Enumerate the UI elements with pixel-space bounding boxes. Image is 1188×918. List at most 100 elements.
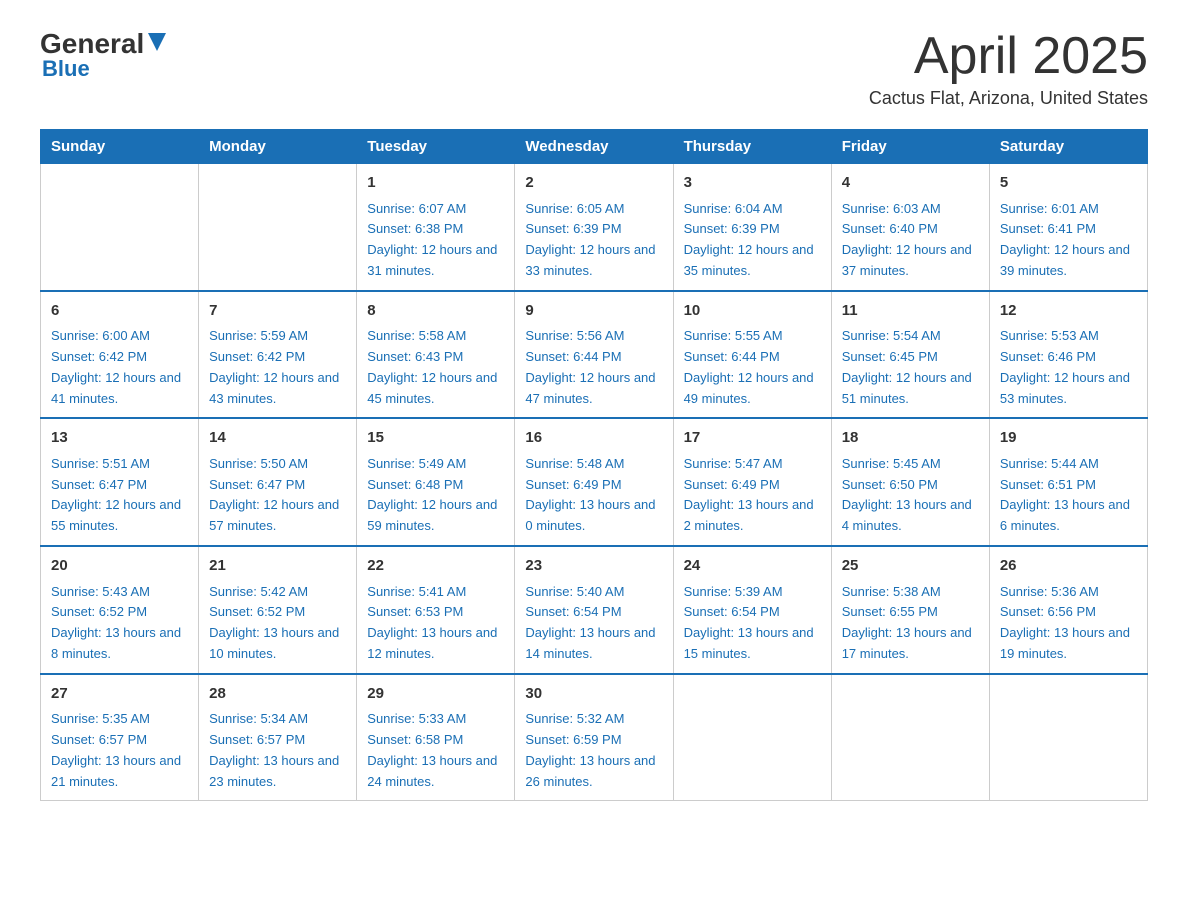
col-saturday: Saturday: [989, 130, 1147, 164]
day-number: 22: [367, 555, 504, 578]
month-title: April 2025: [869, 30, 1148, 82]
day-number: 20: [51, 555, 188, 578]
day-number: 17: [684, 427, 821, 450]
cell-w1-d2: [199, 164, 357, 291]
col-tuesday: Tuesday: [357, 130, 515, 164]
day-number: 25: [842, 555, 979, 578]
day-number: 2: [525, 172, 662, 195]
day-info: Sunrise: 5:47 AMSunset: 6:49 PMDaylight:…: [684, 454, 821, 537]
day-info: Sunrise: 5:58 AMSunset: 6:43 PMDaylight:…: [367, 326, 504, 409]
cell-w4-d2: 21Sunrise: 5:42 AMSunset: 6:52 PMDayligh…: [199, 546, 357, 674]
day-info: Sunrise: 5:34 AMSunset: 6:57 PMDaylight:…: [209, 709, 346, 792]
cell-w5-d4: 30 Sunrise: 5:32 AMSunset: 6:59 PMDayligh…: [515, 674, 673, 801]
day-info: Sunrise: 6:03 AMSunset: 6:40 PMDaylight:…: [842, 199, 979, 282]
day-info: Sunrise: 5:39 AMSunset: 6:54 PMDaylight:…: [684, 582, 821, 665]
cell-w3-d3: 15 Sunrise: 5:49 AMSunset: 6:48 PMDayligh…: [357, 418, 515, 546]
cell-w5-d2: 28 Sunrise: 5:34 AMSunset: 6:57 PMDayligh…: [199, 674, 357, 801]
day-number: 6: [51, 300, 188, 323]
day-number: 28: [209, 683, 346, 706]
day-number: 4: [842, 172, 979, 195]
day-number: 16: [525, 427, 662, 450]
day-number: 27: [51, 683, 188, 706]
cell-w5-d5: [673, 674, 831, 801]
cell-w3-d5: 17 Sunrise: 5:47 AMSunset: 6:49 PMDayligh…: [673, 418, 831, 546]
day-number: 12: [1000, 300, 1137, 323]
day-number: 23: [525, 555, 662, 578]
day-number: 7: [209, 300, 346, 323]
cell-w5-d3: 29 Sunrise: 5:33 AMSunset: 6:58 PMDayligh…: [357, 674, 515, 801]
col-wednesday: Wednesday: [515, 130, 673, 164]
day-info: Sunrise: 6:04 AMSunset: 6:39 PMDaylight:…: [684, 199, 821, 282]
location: Cactus Flat, Arizona, United States: [869, 88, 1148, 109]
day-info: Sunrise: 6:07 AMSunset: 6:38 PMDaylight:…: [367, 199, 504, 282]
week-row-1: 1 Sunrise: 6:07 AMSunset: 6:38 PMDaylight…: [41, 164, 1148, 291]
cell-w3-d4: 16 Sunrise: 5:48 AMSunset: 6:49 PMDayligh…: [515, 418, 673, 546]
cell-w1-d5: 3 Sunrise: 6:04 AMSunset: 6:39 PMDaylight…: [673, 164, 831, 291]
logo: General Blue: [40, 30, 168, 82]
cell-w1-d4: 2 Sunrise: 6:05 AMSunset: 6:39 PMDaylight…: [515, 164, 673, 291]
day-info: Sunrise: 5:43 AMSunset: 6:52 PMDaylight:…: [51, 582, 188, 665]
cell-w1-d6: 4 Sunrise: 6:03 AMSunset: 6:40 PMDaylight…: [831, 164, 989, 291]
cell-w4-d6: 25 Sunrise: 5:38 AMSunset: 6:55 PMDayligh…: [831, 546, 989, 674]
day-number: 26: [1000, 555, 1137, 578]
calendar-header-row: Sunday Monday Tuesday Wednesday Thursday…: [41, 130, 1148, 164]
day-number: 5: [1000, 172, 1137, 195]
day-info: Sunrise: 5:51 AMSunset: 6:47 PMDaylight:…: [51, 454, 188, 537]
day-info: Sunrise: 5:48 AMSunset: 6:49 PMDaylight:…: [525, 454, 662, 537]
page-header: General Blue April 2025 Cactus Flat, Ari…: [40, 30, 1148, 109]
day-info: Sunrise: 5:59 AMSunset: 6:42 PMDaylight:…: [209, 326, 346, 409]
cell-w4-d3: 22 Sunrise: 5:41 AMSunset: 6:53 PMDayligh…: [357, 546, 515, 674]
day-info: Sunrise: 5:33 AMSunset: 6:58 PMDaylight:…: [367, 709, 504, 792]
day-number: 24: [684, 555, 821, 578]
day-info: Sunrise: 5:49 AMSunset: 6:48 PMDaylight:…: [367, 454, 504, 537]
day-number: 30: [525, 683, 662, 706]
cell-w1-d7: 5 Sunrise: 6:01 AMSunset: 6:41 PMDaylight…: [989, 164, 1147, 291]
col-sunday: Sunday: [41, 130, 199, 164]
cell-w2-d7: 12 Sunrise: 5:53 AMSunset: 6:46 PMDayligh…: [989, 291, 1147, 419]
cell-w2-d3: 8Sunrise: 5:58 AMSunset: 6:43 PMDaylight…: [357, 291, 515, 419]
col-friday: Friday: [831, 130, 989, 164]
day-info: Sunrise: 5:41 AMSunset: 6:53 PMDaylight:…: [367, 582, 504, 665]
title-area: April 2025 Cactus Flat, Arizona, United …: [869, 30, 1148, 109]
cell-w5-d7: [989, 674, 1147, 801]
day-number: 13: [51, 427, 188, 450]
cell-w5-d6: [831, 674, 989, 801]
cell-w1-d1: [41, 164, 199, 291]
day-number: 29: [367, 683, 504, 706]
cell-w2-d4: 9 Sunrise: 5:56 AMSunset: 6:44 PMDaylight…: [515, 291, 673, 419]
week-row-5: 27 Sunrise: 5:35 AMSunset: 6:57 PMDayligh…: [41, 674, 1148, 801]
day-info: Sunrise: 5:53 AMSunset: 6:46 PMDaylight:…: [1000, 326, 1137, 409]
cell-w4-d7: 26Sunrise: 5:36 AMSunset: 6:56 PMDayligh…: [989, 546, 1147, 674]
day-number: 18: [842, 427, 979, 450]
cell-w4-d4: 23Sunrise: 5:40 AMSunset: 6:54 PMDayligh…: [515, 546, 673, 674]
day-info: Sunrise: 5:56 AMSunset: 6:44 PMDaylight:…: [525, 326, 662, 409]
day-number: 9: [525, 300, 662, 323]
week-row-2: 6 Sunrise: 6:00 AMSunset: 6:42 PMDaylight…: [41, 291, 1148, 419]
day-info: Sunrise: 5:55 AMSunset: 6:44 PMDaylight:…: [684, 326, 821, 409]
day-number: 3: [684, 172, 821, 195]
day-info: Sunrise: 5:44 AMSunset: 6:51 PMDaylight:…: [1000, 454, 1137, 537]
day-number: 10: [684, 300, 821, 323]
day-info: Sunrise: 5:54 AMSunset: 6:45 PMDaylight:…: [842, 326, 979, 409]
cell-w2-d1: 6 Sunrise: 6:00 AMSunset: 6:42 PMDaylight…: [41, 291, 199, 419]
day-info: Sunrise: 5:38 AMSunset: 6:55 PMDaylight:…: [842, 582, 979, 665]
day-number: 1: [367, 172, 504, 195]
cell-w3-d2: 14Sunrise: 5:50 AMSunset: 6:47 PMDayligh…: [199, 418, 357, 546]
cell-w5-d1: 27 Sunrise: 5:35 AMSunset: 6:57 PMDayligh…: [41, 674, 199, 801]
day-number: 15: [367, 427, 504, 450]
cell-w3-d6: 18 Sunrise: 5:45 AMSunset: 6:50 PMDayligh…: [831, 418, 989, 546]
cell-w1-d3: 1 Sunrise: 6:07 AMSunset: 6:38 PMDaylight…: [357, 164, 515, 291]
week-row-3: 13 Sunrise: 5:51 AMSunset: 6:47 PMDayligh…: [41, 418, 1148, 546]
day-info: Sunrise: 5:45 AMSunset: 6:50 PMDaylight:…: [842, 454, 979, 537]
day-info: Sunrise: 6:01 AMSunset: 6:41 PMDaylight:…: [1000, 199, 1137, 282]
day-info: Sunrise: 6:00 AMSunset: 6:42 PMDaylight:…: [51, 326, 188, 409]
day-info: Sunrise: 6:05 AMSunset: 6:39 PMDaylight:…: [525, 199, 662, 282]
cell-w3-d1: 13 Sunrise: 5:51 AMSunset: 6:47 PMDayligh…: [41, 418, 199, 546]
day-number: 19: [1000, 427, 1137, 450]
day-info: Sunrise: 5:32 AMSunset: 6:59 PMDaylight:…: [525, 709, 662, 792]
logo-general: General: [40, 30, 144, 58]
day-number: 14: [209, 427, 346, 450]
day-info: Sunrise: 5:35 AMSunset: 6:57 PMDaylight:…: [51, 709, 188, 792]
day-info: Sunrise: 5:42 AMSunset: 6:52 PMDaylight:…: [209, 582, 346, 665]
col-monday: Monday: [199, 130, 357, 164]
